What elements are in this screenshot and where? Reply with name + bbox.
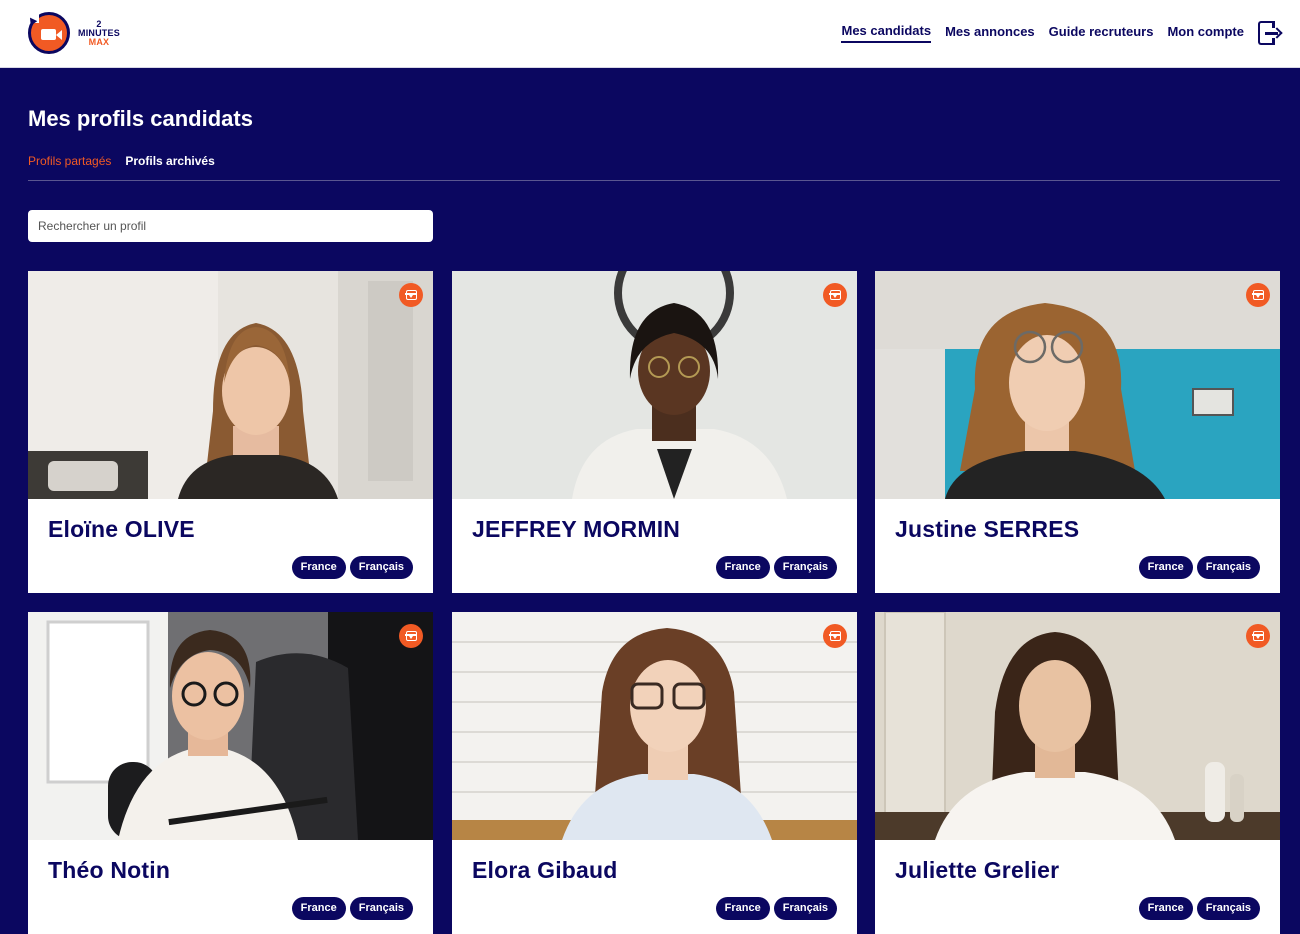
country-tag: France [715, 897, 770, 920]
archive-icon[interactable] [399, 283, 423, 307]
candidate-card[interactable]: Elora Gibaud France Français [452, 612, 857, 934]
nav-guide-recruteurs[interactable]: Guide recruteurs [1049, 24, 1154, 42]
page-title: Mes profils candidats [28, 106, 253, 131]
candidate-card[interactable]: Juliette Grelier France Français [875, 612, 1280, 934]
country-tag: France [291, 897, 346, 920]
candidate-video-thumbnail[interactable] [875, 271, 1280, 499]
camera-logo-icon [26, 11, 70, 54]
candidate-tags: France Français [712, 897, 837, 920]
candidate-name: Juliette Grelier [895, 857, 1060, 883]
country-tag: France [715, 556, 770, 579]
top-navigation-bar: 2 MINUTES MAX Mes candidats Mes annonces… [0, 0, 1300, 68]
candidate-tags: France Français [288, 897, 413, 920]
language-tag: Français [773, 556, 837, 579]
archive-icon[interactable] [1246, 624, 1270, 648]
candidate-name: JEFFREY MORMIN [472, 516, 681, 542]
language-tag: Français [773, 897, 837, 920]
logo-max: MAX [88, 36, 110, 47]
candidate-video-thumbnail[interactable] [452, 612, 857, 840]
language-tag: Français [1196, 556, 1260, 579]
country-tag: France [1138, 897, 1193, 920]
profile-tabs: Profils partagés Profils archivés [28, 154, 229, 168]
nav-mes-candidats[interactable]: Mes candidats [841, 23, 932, 43]
country-tag: France [1138, 556, 1193, 579]
candidate-name: Théo Notin [48, 857, 171, 883]
language-tag: Français [349, 556, 413, 579]
archive-icon[interactable] [823, 283, 847, 307]
tabs-divider [28, 180, 1280, 181]
brand-logo[interactable]: 2 MINUTES MAX [26, 11, 120, 54]
candidate-tags: France Français [1135, 556, 1260, 579]
logo-wordmark: 2 MINUTES MAX [78, 19, 120, 47]
candidate-video-thumbnail[interactable] [452, 271, 857, 499]
candidate-video-thumbnail[interactable] [28, 612, 433, 840]
nav-mes-annonces[interactable]: Mes annonces [945, 24, 1035, 42]
candidate-name: Eloïne OLIVE [48, 516, 195, 542]
candidate-card[interactable]: Théo Notin France Français [28, 612, 433, 934]
tab-profils-archives[interactable]: Profils archivés [125, 154, 214, 168]
main-nav: Mes candidats Mes annonces Guide recrute… [827, 20, 1283, 46]
search-input[interactable] [28, 210, 433, 242]
candidate-tags: France Français [288, 556, 413, 579]
candidate-card[interactable]: Eloïne OLIVE France Français [28, 271, 433, 593]
logout-icon[interactable] [1258, 21, 1283, 45]
archive-icon[interactable] [823, 624, 847, 648]
country-tag: France [291, 556, 346, 579]
candidate-video-thumbnail[interactable] [28, 271, 433, 499]
tab-profils-partages[interactable]: Profils partagés [28, 154, 111, 168]
archive-icon[interactable] [399, 624, 423, 648]
candidate-card[interactable]: Justine SERRES France Français [875, 271, 1280, 593]
candidate-video-thumbnail[interactable] [875, 612, 1280, 840]
nav-mon-compte[interactable]: Mon compte [1167, 24, 1244, 42]
candidate-name: Elora Gibaud [472, 857, 618, 883]
archive-icon[interactable] [1246, 283, 1270, 307]
candidate-card[interactable]: JEFFREY MORMIN France Français [452, 271, 857, 593]
language-tag: Français [349, 897, 413, 920]
language-tag: Français [1196, 897, 1260, 920]
candidate-tags: France Français [1135, 897, 1260, 920]
candidate-tags: France Français [712, 556, 837, 579]
candidate-name: Justine SERRES [895, 516, 1080, 542]
